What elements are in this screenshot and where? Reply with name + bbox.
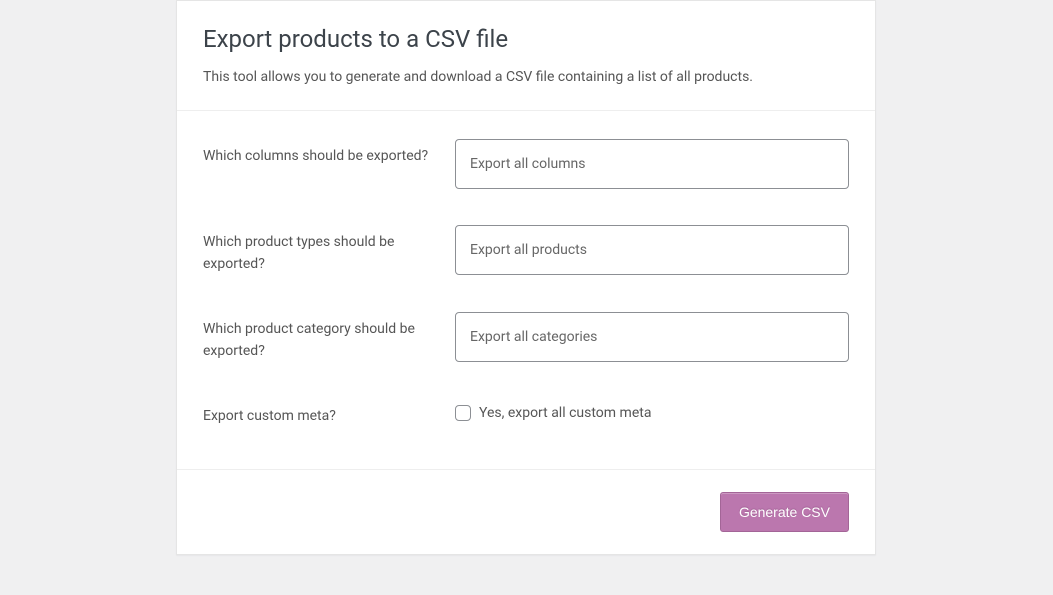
custom-meta-checkbox-label[interactable]: Yes, export all custom meta: [479, 405, 651, 421]
page-title: Export products to a CSV file: [203, 25, 849, 53]
custom-meta-label: Export custom meta?: [203, 399, 455, 427]
product-types-label: Which product types should be exported?: [203, 225, 455, 276]
columns-row: Which columns should be exported? Export…: [203, 121, 849, 207]
export-card: Export products to a CSV file This tool …: [176, 0, 876, 555]
category-select[interactable]: Export all categories: [455, 312, 849, 362]
card-footer: Generate CSV: [177, 469, 875, 554]
category-control: Export all categories: [455, 312, 849, 362]
page-description: This tool allows you to generate and dow…: [203, 67, 849, 88]
custom-meta-checkbox[interactable]: [455, 405, 471, 421]
product-types-control: Export all products: [455, 225, 849, 275]
columns-label: Which columns should be exported?: [203, 139, 455, 167]
product-types-select[interactable]: Export all products: [455, 225, 849, 275]
category-label: Which product category should be exporte…: [203, 312, 455, 363]
columns-select[interactable]: Export all columns: [455, 139, 849, 189]
columns-control: Export all columns: [455, 139, 849, 189]
checkbox-wrapper: Yes, export all custom meta: [455, 399, 849, 421]
custom-meta-control: Yes, export all custom meta: [455, 399, 849, 421]
product-types-row: Which product types should be exported? …: [203, 207, 849, 294]
category-row: Which product category should be exporte…: [203, 294, 849, 381]
custom-meta-row: Export custom meta? Yes, export all cust…: [203, 381, 849, 445]
card-header: Export products to a CSV file This tool …: [177, 1, 875, 110]
generate-csv-button[interactable]: Generate CSV: [720, 492, 849, 532]
card-body: Which columns should be exported? Export…: [177, 110, 875, 469]
